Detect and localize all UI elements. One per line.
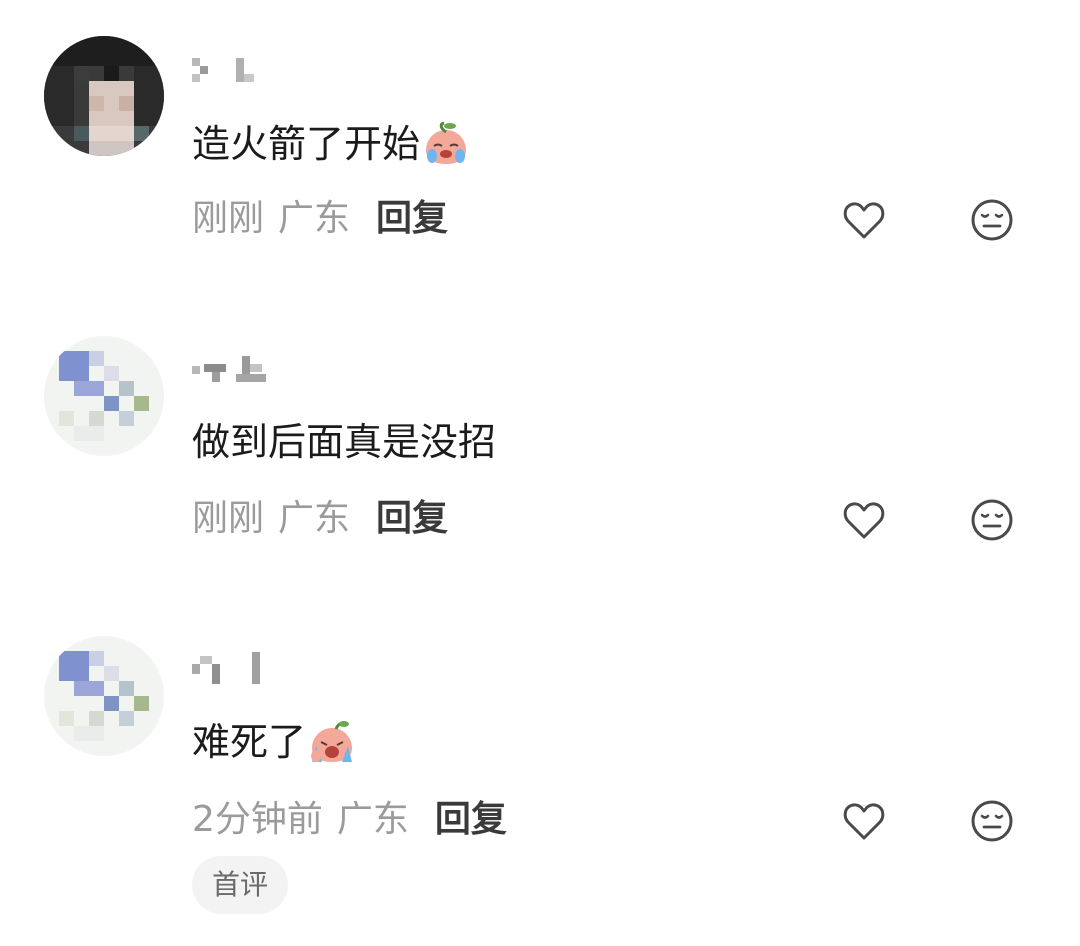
meh-face-icon[interactable] [968, 196, 1016, 244]
comment-location: 广东 [336, 799, 409, 840]
username-blurred[interactable] [192, 652, 272, 684]
comment-text-content: 难死了 [192, 720, 307, 764]
comment-time: 刚刚 [192, 498, 265, 539]
reply-button[interactable]: 回复 [435, 798, 507, 842]
blurred-username-image [192, 58, 254, 82]
meh-face-icon[interactable] [968, 496, 1016, 544]
heart-outline-icon[interactable] [840, 496, 888, 544]
meh-face-icon[interactable] [968, 797, 1016, 845]
reply-button[interactable]: 回复 [376, 197, 448, 241]
comment-meta: 刚刚 广东 回复 [192, 497, 448, 541]
avatar-pixelated-image [44, 36, 164, 156]
avatar-pixelated-image [44, 336, 164, 456]
blurred-username-image [192, 652, 260, 684]
username-blurred[interactable] [192, 56, 262, 86]
comment-text: 难死了 [192, 718, 356, 766]
comment-text: 造火箭了开始 [192, 120, 470, 168]
heart-outline-icon[interactable] [840, 797, 888, 845]
avatar[interactable] [44, 336, 164, 456]
avatar[interactable] [44, 636, 164, 756]
comment-time: 刚刚 [192, 198, 265, 239]
comment-time: 2分钟前 [192, 799, 323, 840]
comment-text-content: 做到后面真是没招 [192, 420, 497, 464]
crying-peach-emoji-icon [426, 121, 467, 164]
avatar[interactable] [44, 36, 164, 156]
first-comment-badge: 首评 [192, 856, 288, 914]
heart-outline-icon[interactable] [840, 196, 888, 244]
comment-text-content: 造火箭了开始 [192, 122, 421, 166]
sobbing-peach-emoji-icon [311, 721, 353, 762]
blurred-username-image [192, 356, 266, 382]
comment-location: 广东 [278, 498, 351, 539]
comment-meta: 刚刚 广东 回复 [192, 197, 448, 241]
comment-location: 广东 [278, 198, 351, 239]
username-blurred[interactable] [192, 356, 282, 386]
comment-text: 做到后面真是没招 [192, 418, 496, 466]
comment-meta: 2分钟前 广东 回复 [192, 798, 507, 842]
reply-button[interactable]: 回复 [376, 497, 448, 541]
avatar-pixelated-image [44, 636, 164, 756]
